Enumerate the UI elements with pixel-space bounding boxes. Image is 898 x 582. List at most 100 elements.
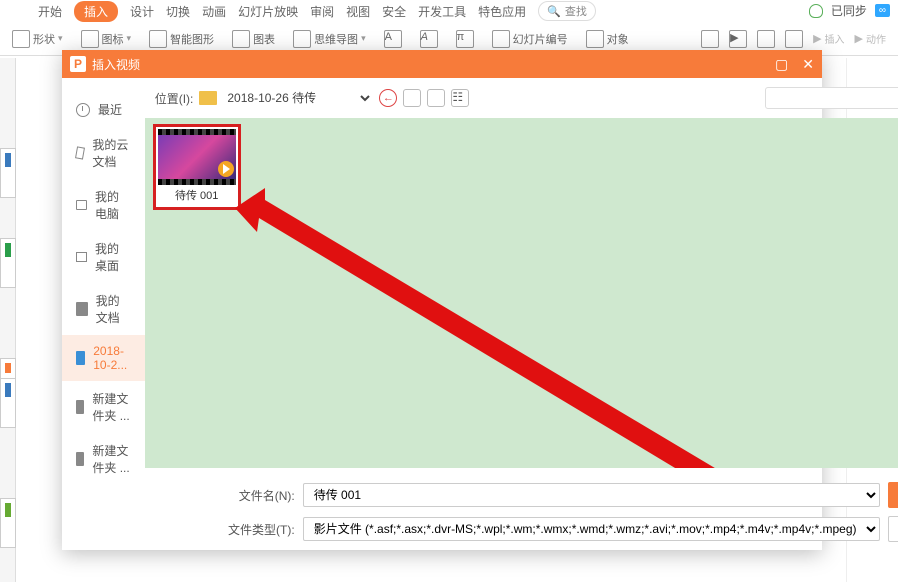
rib-shape[interactable]: 形状▾	[12, 30, 63, 48]
shape-icon	[12, 30, 30, 48]
folder-icon	[76, 351, 85, 365]
tab-design[interactable]: 设计	[130, 3, 154, 20]
textbox-icon: A	[384, 30, 402, 48]
rib-textbox[interactable]: A	[384, 30, 402, 48]
file-list-area[interactable]: 待传 001	[145, 118, 898, 468]
folder-icon	[76, 400, 84, 414]
filetype-select[interactable]: 影片文件 (*.asf;*.asx;*.dvr-MS;*.wpl;*.wm;*.…	[303, 517, 880, 541]
rib-mind[interactable]: 思维导图▾	[293, 30, 366, 48]
pc-icon	[76, 200, 87, 210]
path-dropdown[interactable]: 2018-10-26 待传	[223, 90, 373, 106]
slide-thumbnail-panel	[0, 58, 16, 582]
new-folder-icon[interactable]	[427, 89, 445, 107]
rib-chart[interactable]: 图表	[232, 30, 275, 48]
dialog-bottom: 文件名(N): 待传 001 打开(O) 文件类型(T): 影片文件 (*.as…	[145, 476, 898, 550]
folder-icon	[199, 91, 217, 105]
file-item[interactable]: 待传 001	[153, 124, 241, 210]
sidebar-item-label: 我的电脑	[95, 188, 131, 222]
wordart-icon: A	[420, 30, 438, 48]
tab-security[interactable]: 安全	[382, 3, 406, 20]
slidenum-icon	[492, 30, 510, 48]
dialog-title: 插入视频	[92, 56, 140, 73]
cloud-icon	[809, 4, 823, 18]
open-button[interactable]: 打开(O)	[888, 482, 898, 508]
back-icon[interactable]: ←	[379, 89, 397, 107]
folder-icon	[76, 302, 88, 316]
sidebar-item[interactable]: 新建文件夹 ...	[62, 381, 145, 433]
annotation-arrow	[235, 188, 755, 468]
sync-label: 已同步	[831, 2, 867, 19]
sidebar-item[interactable]: 我的电脑	[62, 179, 145, 231]
search-icon: 🔍	[547, 5, 561, 18]
rib-eq[interactable]: π	[456, 30, 474, 48]
smart-icon	[149, 30, 167, 48]
pi-icon: π	[456, 30, 474, 48]
sidebar-item-label: 2018-10-2...	[93, 344, 130, 372]
ribbon-tabs: 开始 插入 设计 切换 动画 幻灯片放映 审阅 视图 安全 开发工具 特色应用 …	[0, 0, 898, 22]
path-toolbar: 位置(I): 2018-10-26 待传 ← ☷ 🔍	[145, 78, 898, 118]
top-right-status: 已同步 ∞	[809, 2, 890, 19]
link-icon	[785, 30, 803, 48]
sidebar-item-label: 我的桌面	[95, 240, 131, 274]
tab-devtools[interactable]: 开发工具	[418, 3, 466, 20]
slide-thumb[interactable]	[0, 238, 16, 288]
rib-smart[interactable]: 智能图形	[149, 30, 214, 48]
rib-link[interactable]	[785, 30, 803, 48]
search-box[interactable]: 🔍 查找	[538, 1, 596, 21]
sidebar-item-label: 最近	[98, 101, 122, 118]
sidebar-item[interactable]: 我的文档	[62, 283, 145, 335]
tab-animation[interactable]: 动画	[202, 3, 226, 20]
up-folder-icon[interactable]	[403, 89, 421, 107]
app-logo-icon: P	[70, 56, 86, 72]
tab-start[interactable]: 开始	[38, 3, 62, 20]
search-placeholder: 查找	[565, 3, 587, 19]
rib-object[interactable]: 对象	[586, 30, 629, 48]
dialog-sidebar: 最近我的云文档我的电脑我的桌面我的文档 2018-10-2... 新建文件夹 ...…	[62, 78, 145, 550]
rib-wordart[interactable]: A	[420, 30, 438, 48]
sidebar-item[interactable]: 我的云文档	[62, 127, 145, 179]
tab-review[interactable]: 审阅	[310, 3, 334, 20]
flash-icon	[757, 30, 775, 48]
rib-action[interactable]: ▶动作	[855, 30, 886, 48]
sidebar-item-label: 新建文件夹 ...	[92, 390, 130, 424]
rib-media2[interactable]: ▶	[729, 30, 747, 48]
folder-icon	[76, 452, 84, 466]
insert-video-dialog: P 插入视频 ▢ ✕ 最近我的云文档我的电脑我的桌面我的文档 2018-10-2.…	[62, 50, 822, 550]
app-badge[interactable]: ∞	[875, 4, 890, 17]
icon-icon	[81, 30, 99, 48]
tab-slideshow[interactable]: 幻灯片放映	[238, 3, 298, 20]
tab-view[interactable]: 视图	[346, 3, 370, 20]
cube-icon	[75, 146, 85, 159]
filename-label: 文件名(N):	[225, 487, 295, 504]
sidebar-item[interactable]: 2018-10-2...	[62, 335, 145, 381]
tab-special[interactable]: 特色应用	[478, 3, 526, 20]
slide-thumb[interactable]	[0, 148, 16, 198]
sidebar-item[interactable]: 新建文件夹 ...	[62, 433, 145, 485]
clock-icon	[76, 103, 90, 117]
sidebar-item-label: 我的云文档	[92, 136, 130, 170]
mind-icon	[293, 30, 311, 48]
sidebar-item[interactable]: 我的桌面	[62, 231, 145, 283]
play-icon	[218, 161, 234, 177]
sidebar-item-label: 新建文件夹 ...	[92, 442, 130, 476]
dialog-titlebar: P 插入视频 ▢ ✕	[62, 50, 822, 78]
media2-icon: ▶	[729, 30, 747, 48]
tab-insert[interactable]: 插入	[74, 1, 118, 22]
object-icon	[586, 30, 604, 48]
rib-flash[interactable]	[757, 30, 775, 48]
filename-input[interactable]: 待传 001	[303, 483, 880, 507]
view-icon[interactable]: ☷	[451, 89, 469, 107]
close-button[interactable]: ✕	[802, 56, 814, 73]
tab-transition[interactable]: 切换	[166, 3, 190, 20]
rib-slidenum[interactable]: 幻灯片编号	[492, 30, 568, 48]
rib-media1[interactable]	[701, 30, 719, 48]
rib-icon[interactable]: 图标▾	[81, 30, 132, 48]
file-search-input[interactable]	[765, 87, 898, 109]
sidebar-item[interactable]: 最近	[62, 92, 145, 127]
rib-insert[interactable]: ▶插入	[813, 30, 844, 48]
slide-thumb[interactable]	[0, 498, 16, 548]
slide-thumb[interactable]	[0, 378, 16, 428]
chart-icon	[232, 30, 250, 48]
maximize-button[interactable]: ▢	[775, 56, 788, 73]
cancel-button[interactable]: 取消	[888, 516, 898, 542]
